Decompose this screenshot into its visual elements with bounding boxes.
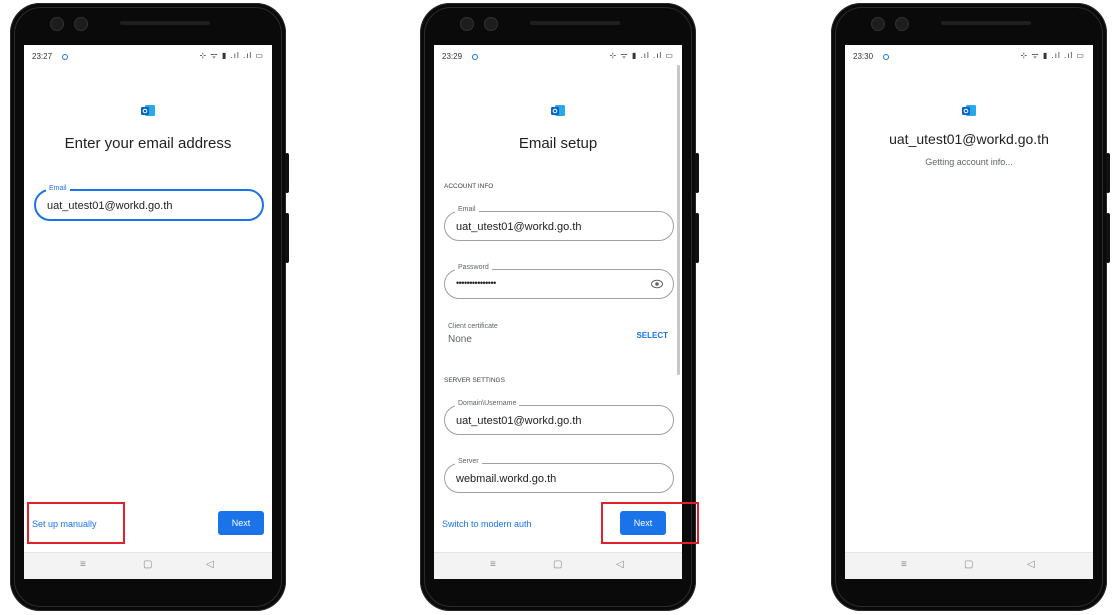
- email-input[interactable]: uat_utest01@workd.go.th: [456, 221, 582, 233]
- phone-frame-3: 23:30 ⊹ ᯤ ▮ .ıl .ıl ▭ uat_utest01@workd.…: [831, 3, 1110, 611]
- menu-icon[interactable]: ≡: [901, 559, 907, 570]
- email-field-label: Email: [455, 206, 479, 213]
- camera-icon: [871, 17, 885, 31]
- screen-email-setup: 23:29 ⊹ ᯤ ▮ .ıl .ıl ▭ Email setup ACCOUN…: [434, 45, 682, 579]
- account-address: uat_utest01@workd.go.th: [889, 131, 1049, 147]
- server-field-label: Server: [455, 458, 482, 465]
- status-time: 23:29: [442, 52, 463, 61]
- camera-icon: [50, 17, 64, 31]
- eye-icon[interactable]: [651, 279, 663, 289]
- status-time: 23:30: [853, 52, 874, 61]
- status-bar: 23:29 ⊹ ᯤ ▮ .ıl .ıl ▭: [434, 45, 682, 67]
- domain-username-field[interactable]: Domain\Username uat_utest01@workd.go.th: [444, 400, 674, 435]
- screen-enter-email: 23:27 ⊹ ᯤ ▮ .ıl .ıl ▭ Enter your email a…: [24, 45, 272, 579]
- status-icons: ⊹ ᯤ ▮ .ıl .ıl ▭: [609, 51, 674, 60]
- home-icon[interactable]: ▢: [143, 559, 152, 570]
- server-field[interactable]: Server webmail.workd.go.th: [444, 458, 674, 493]
- account-info-heading: ACCOUNT INFO: [444, 183, 494, 190]
- camera-icon: [895, 17, 909, 31]
- password-field[interactable]: Password •••••••••••••••: [444, 264, 674, 299]
- highlight-next-button: [601, 502, 699, 544]
- next-button[interactable]: Next: [218, 511, 264, 535]
- system-nav-bar: ≡ ▢ ◁: [24, 552, 272, 579]
- camera-icon: [74, 17, 88, 31]
- outlook-logo-icon: [141, 105, 155, 116]
- status-bar: 23:30 ⊹ ᯤ ▮ .ıl .ıl ▭: [845, 45, 1093, 67]
- domain-username-input[interactable]: uat_utest01@workd.go.th: [456, 415, 582, 427]
- notification-dot-icon: [883, 53, 889, 60]
- outlook-logo-icon: [962, 105, 976, 116]
- password-input[interactable]: •••••••••••••••: [456, 278, 496, 288]
- speaker-grille: [530, 21, 620, 25]
- camera-icon: [460, 17, 474, 31]
- notification-dot-icon: [62, 53, 68, 60]
- highlight-setup-manually: [27, 502, 125, 544]
- page-title: Enter your email address: [64, 135, 232, 152]
- screen-getting-account-info: 23:30 ⊹ ᯤ ▮ .ıl .ıl ▭ uat_utest01@workd.…: [845, 45, 1093, 579]
- client-certificate-label: Client certificate: [448, 323, 498, 330]
- home-icon[interactable]: ▢: [553, 559, 562, 570]
- home-icon[interactable]: ▢: [964, 559, 973, 570]
- email-field-label: Email: [46, 185, 70, 192]
- switch-modern-auth-link[interactable]: Switch to modern auth: [442, 519, 532, 529]
- server-input[interactable]: webmail.workd.go.th: [456, 473, 556, 485]
- back-icon[interactable]: ◁: [616, 559, 624, 570]
- back-icon[interactable]: ◁: [1027, 559, 1035, 570]
- system-nav-bar: ≡ ▢ ◁: [845, 552, 1093, 579]
- scrollbar[interactable]: [677, 65, 680, 375]
- speaker-grille: [941, 21, 1031, 25]
- menu-icon[interactable]: ≡: [490, 559, 496, 570]
- server-settings-heading: SERVER SETTINGS: [444, 377, 505, 384]
- password-field-label: Password: [455, 264, 492, 271]
- status-icons: ⊹ ᯤ ▮ .ıl .ıl ▭: [199, 51, 264, 60]
- status-bar: 23:27 ⊹ ᯤ ▮ .ıl .ıl ▭: [24, 45, 272, 67]
- speaker-grille: [120, 21, 210, 25]
- page-title: Email setup: [518, 135, 598, 152]
- menu-icon[interactable]: ≡: [80, 559, 86, 570]
- back-icon[interactable]: ◁: [206, 559, 214, 570]
- system-nav-bar: ≡ ▢ ◁: [434, 552, 682, 579]
- email-field[interactable]: Email uat_utest01@workd.go.th: [444, 206, 674, 241]
- camera-icon: [484, 17, 498, 31]
- notification-dot-icon: [472, 53, 478, 60]
- select-certificate-button[interactable]: SELECT: [636, 331, 668, 340]
- domain-username-label: Domain\Username: [455, 400, 520, 407]
- client-certificate-value: None: [448, 334, 472, 345]
- outlook-logo-icon: [551, 105, 565, 116]
- status-icons: ⊹ ᯤ ▮ .ıl .ıl ▭: [1020, 51, 1085, 60]
- email-field[interactable]: Email uat_utest01@workd.go.th: [34, 185, 264, 221]
- email-input[interactable]: uat_utest01@workd.go.th: [47, 200, 173, 212]
- progress-text: Getting account info...: [925, 157, 1013, 167]
- status-time: 23:27: [32, 52, 53, 61]
